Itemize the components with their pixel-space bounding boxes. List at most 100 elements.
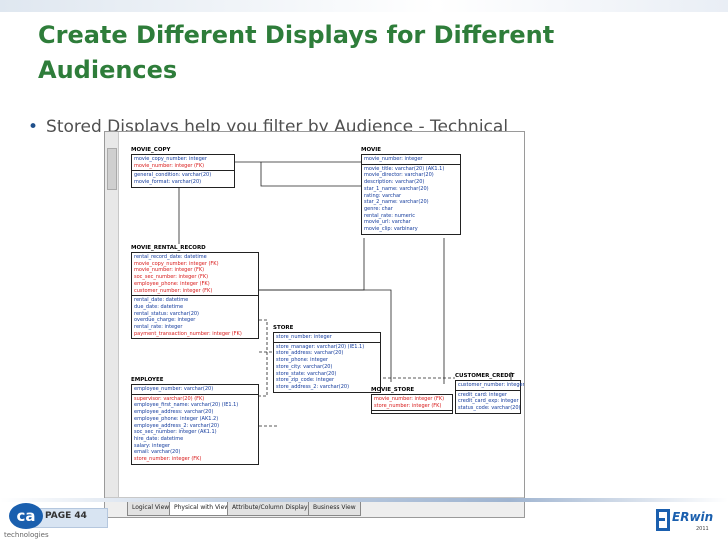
erwin-logo-year: 2011 [696,526,709,532]
key-separator [132,393,258,395]
attribute: hire_date: datetime [134,435,184,442]
entity-title: EMPLOYEE [131,377,164,383]
attribute: store_state: varchar(20) [276,370,337,377]
attribute: employee_first_name: varchar(20) (IE1.1) [134,402,239,409]
entity-title: MOVIE_STORE [371,387,415,393]
attribute: store_zip_code: integer [276,377,335,384]
key-separator [456,389,520,391]
key-attribute-fk: employee_phone: integer (FK) [134,280,210,287]
key-attribute-fk: soc_sec_number: integer (FK) [134,274,209,281]
key-attribute-fk: customer_number: integer (FK) [134,287,213,294]
key-attribute-fk: movie_number: integer (FK) [134,267,205,274]
entity-body[interactable]: rental_record_date: datetime movie_copy_… [131,252,259,340]
attribute: store_address: varchar(20) [276,350,344,357]
scrollbar-thumb[interactable] [107,148,117,190]
attribute: store_manager: varchar(20) (IE1.1) [276,343,365,350]
key-attribute: customer_number: integer [458,382,525,388]
entity-body[interactable]: movie_number: integer movie_title: varch… [361,154,461,235]
slide-title-line-1: Create Different Displays for Different [38,21,555,49]
erwin-logo-text: ERwin [672,510,714,524]
key-attribute-fk: movie_number: integer (FK) [134,162,205,169]
tab-logical-view[interactable]: Logical View [127,500,175,516]
key-separator [132,295,258,297]
attribute: store_phone: integer [276,357,328,364]
entity-title: MOVIE_COPY [131,147,171,153]
attribute: due_date: datetime [134,303,184,310]
attribute-fk: store_number: integer (FK) [134,456,202,463]
attribute: movie_director: varchar(20) [364,172,434,179]
attribute: overdue_charge: integer [134,317,196,324]
slide-title: Create Different Displays for Different … [38,18,638,88]
entity-body[interactable]: movie_number: integer (FK) store_number:… [371,394,453,415]
attribute: rating: varchar [364,192,402,199]
rel-rental-movie [259,238,365,291]
key-attribute-fk: store_number: integer (FK) [374,402,442,409]
attribute: status_code: varchar(20) [458,405,521,412]
attribute: rental_rate: numeric [364,212,416,219]
entity-body[interactable]: store_number: integer store_manager: var… [273,332,381,393]
key-attribute-fk: movie_number: integer (FK) [374,396,445,402]
footer-divider [0,498,728,502]
attribute: star_1_name: varchar(20) [364,185,429,192]
ca-technologies-text: technologies [4,531,49,539]
entity-title: CUSTOMER_CREDIT [455,373,515,379]
attribute: credit_card: integer [458,391,507,398]
key-attribute-fk: movie_copy_number: integer (FK) [134,260,219,267]
attribute: movie_url: varchar [364,219,411,226]
attribute: employee_address: varchar(20) [134,409,214,416]
entity-body[interactable]: customer_number: integer credit_card: in… [455,380,525,414]
ca-logo-icon: ca [9,503,43,529]
attribute: description: varchar(20) [364,179,425,186]
attribute: employee_address_2: varchar(20) [134,422,220,429]
attribute: store_city: varchar(20) [276,363,333,370]
entity-movie[interactable]: MOVIE movie_number: integer movie_title:… [361,146,461,235]
tab-business-view[interactable]: Business View [308,500,361,516]
key-separator [274,341,380,343]
attribute: movie_title: varchar(20) (AK1.1) [364,165,445,172]
erwin-diagram-screenshot: MOVIE_COPY movie_copy_number: integer mo… [104,131,525,518]
attribute: rental_date: datetime [134,297,189,304]
key-attribute: movie_copy_number: integer [134,156,207,162]
entity-movie-rental-record[interactable]: MOVIE_RENTAL_RECORD rental_record_date: … [131,244,259,340]
vertical-scrollbar[interactable] [105,132,119,497]
attribute: store_address_2: varchar(20) [276,383,350,390]
key-separator [372,410,452,412]
attribute: salary: integer [134,442,170,449]
attribute: general_condition: varchar(20) [134,172,212,179]
bullet-dot-icon: • [28,117,39,137]
entity-movie-store[interactable]: MOVIE_STORE movie_number: integer (FK) s… [371,386,453,415]
entity-store[interactable]: STORE store_number: integer store_manage… [273,324,381,393]
attribute: employee_phone: integer (AK1.2) [134,415,219,422]
attribute: rental_rate: integer [134,324,183,331]
key-separator [362,163,460,165]
slide-title-line-2: Audiences [38,56,178,84]
entity-employee[interactable]: EMPLOYEE employee_number: varchar(20) su… [131,376,259,465]
key-attribute: employee_number: varchar(20) [134,386,214,392]
entity-title: STORE [273,325,294,331]
top-gradient-band [0,0,728,12]
attribute: credit_card_exp: integer [458,398,519,405]
attribute-fk: supervisor: varchar(20) (FK) [134,395,205,402]
entity-movie-copy[interactable]: MOVIE_COPY movie_copy_number: integer mo… [131,146,235,188]
attribute: movie_clip: varbinary [364,226,418,233]
entity-body[interactable]: employee_number: varchar(20) supervisor:… [131,384,259,465]
attribute: star_2_name: varchar(20) [364,199,429,206]
attribute-fk: payment_transaction_number: integer (FK) [134,330,242,337]
rel-rental-employee [259,319,268,397]
key-attribute: movie_number: integer [364,156,423,162]
key-attribute: store_number: integer [276,334,332,340]
entity-title: MOVIE_RENTAL_RECORD [131,245,206,251]
key-attribute: rental_record_date: datetime [134,254,207,260]
attribute: email: varchar(20) [134,449,181,456]
diagram-canvas[interactable]: MOVIE_COPY movie_copy_number: integer mo… [119,132,525,497]
rel-movie-copy-movie-2 [260,162,361,187]
page-number: PAGE 44 [45,511,87,521]
tab-attribute-column-display[interactable]: Attribute/Column Display [227,500,313,516]
entity-title: MOVIE [361,147,382,153]
attribute: soc_sec_number: integer (AK1.1) [134,429,217,436]
attribute: rental_status: varchar(20) [134,310,200,317]
attribute: movie_format: varchar(20) [134,179,202,186]
attribute: genre: char [364,205,393,212]
entity-customer-credit[interactable]: CUSTOMER_CREDIT customer_number: integer… [455,372,525,414]
entity-body[interactable]: movie_copy_number: integer movie_number:… [131,154,235,188]
